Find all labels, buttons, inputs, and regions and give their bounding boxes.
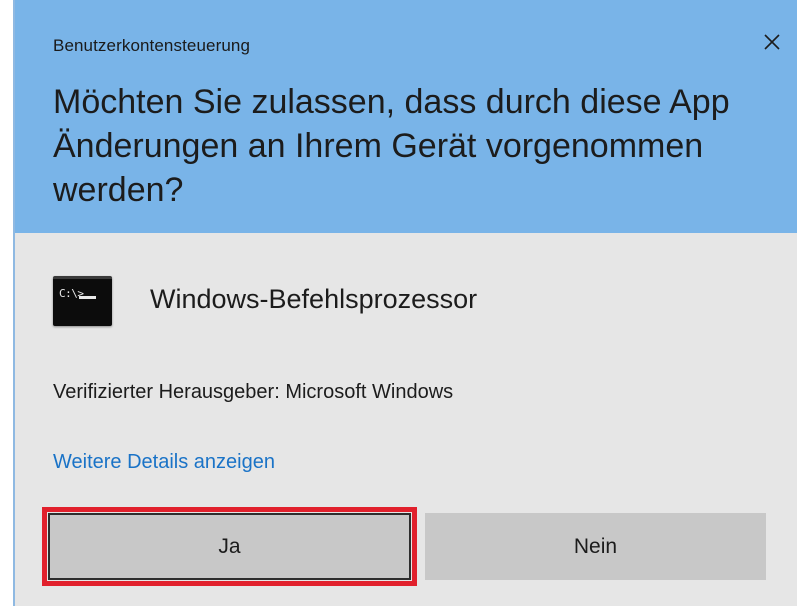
dialog-header: Benutzerkontensteuerung Möchten Sie zula… bbox=[15, 0, 797, 233]
cursor-mark bbox=[79, 296, 96, 299]
uac-dialog: Benutzerkontensteuerung Möchten Sie zula… bbox=[13, 0, 797, 606]
yes-button[interactable]: Ja bbox=[48, 513, 411, 580]
close-icon bbox=[764, 34, 780, 50]
close-button[interactable] bbox=[755, 25, 789, 59]
dialog-question: Möchten Sie zulassen, dass durch diese A… bbox=[53, 83, 730, 209]
app-name: Windows-Befehlsprozessor bbox=[150, 284, 478, 314]
command-prompt-icon: C:\> bbox=[53, 276, 112, 326]
publisher-info: Verifizierter Herausgeber: Microsoft Win… bbox=[53, 381, 454, 403]
show-details-link[interactable]: Weitere Details anzeigen bbox=[53, 451, 275, 474]
window-title: Benutzerkontensteuerung bbox=[53, 36, 250, 55]
no-button[interactable]: Nein bbox=[425, 513, 766, 580]
